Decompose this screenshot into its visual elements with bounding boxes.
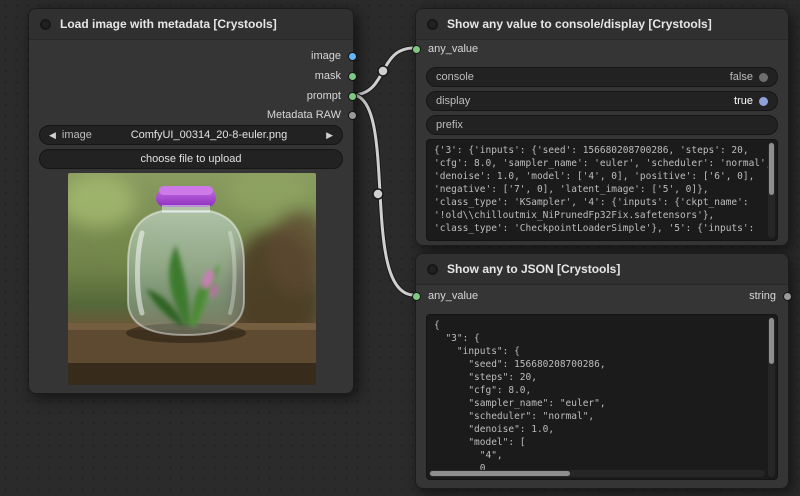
slot-label: any_value [428, 43, 478, 55]
node-show-any-json[interactable]: Show any to JSON [Crystools] any_value s… [415, 253, 789, 489]
node-header[interactable]: Load image with metadata [Crystools] [29, 9, 353, 40]
node-title: Show any to JSON [Crystools] [447, 262, 620, 276]
slot-label: image [311, 50, 341, 62]
scrollbar-thumb[interactable] [769, 318, 774, 364]
slot-dot-any-value[interactable] [412, 45, 421, 54]
wire-shadow [354, 48, 414, 95]
slot-dot-image[interactable] [348, 52, 357, 61]
json-output-textarea[interactable]: { "3": { "inputs": { "seed": 15668020870… [426, 314, 778, 480]
node-load-image-metadata[interactable]: Load image with metadata [Crystools] ima… [28, 8, 354, 394]
prefix-text-widget[interactable]: prefix [426, 115, 778, 135]
node-title: Load image with metadata [Crystools] [60, 17, 277, 31]
combo-prev-icon[interactable]: ◀ [49, 130, 56, 141]
input-slot-any-value[interactable]: any_value [416, 286, 478, 306]
slot-label: string [749, 290, 776, 302]
scrollbar-thumb[interactable] [769, 143, 774, 195]
vertical-scrollbar[interactable] [768, 142, 775, 238]
link-midpoint-dot[interactable] [373, 189, 383, 199]
console-output-textarea[interactable]: {'3': {'inputs': {'seed': 15668020870028… [426, 139, 778, 241]
widget-value: true [734, 95, 753, 107]
image-preview [68, 173, 316, 385]
widget-value: false [730, 71, 753, 83]
slot-label: prompt [307, 90, 341, 102]
output-slot-string[interactable]: string [749, 286, 788, 306]
image-combo-widget[interactable]: ◀ image ComfyUI_00314_20-8-euler.png ▶ [39, 125, 343, 145]
slot-label: mask [315, 70, 341, 82]
wire-shadow [354, 95, 414, 295]
input-slot-any-value[interactable]: any_value [416, 39, 478, 59]
output-slot-prompt[interactable]: prompt [307, 86, 353, 106]
slot-dot-mask[interactable] [348, 72, 357, 81]
widget-name: prefix [436, 119, 463, 131]
wire-prompt-to-json[interactable] [354, 95, 414, 295]
slot-dot-prompt[interactable] [348, 92, 357, 101]
combo-value: ComfyUI_00314_20-8-euler.png [98, 129, 320, 141]
widget-name: console [436, 71, 474, 83]
slot-label: Metadata RAW [267, 109, 341, 121]
console-toggle-widget[interactable]: console false [426, 67, 778, 87]
slot-dot-metadata-raw[interactable] [348, 111, 357, 120]
toggle-indicator[interactable] [759, 73, 768, 82]
output-slot-mask[interactable]: mask [315, 66, 353, 86]
collapse-dot-icon[interactable] [40, 19, 51, 30]
output-slot-image[interactable]: image [311, 46, 353, 66]
collapse-dot-icon[interactable] [427, 264, 438, 275]
node-show-any-console[interactable]: Show any value to console/display [Cryst… [415, 8, 789, 246]
combo-next-icon[interactable]: ▶ [326, 130, 333, 141]
wire-prompt-to-console[interactable] [354, 48, 414, 95]
slot-label: any_value [428, 290, 478, 302]
node-header[interactable]: Show any value to console/display [Cryst… [416, 9, 788, 40]
collapse-dot-icon[interactable] [427, 19, 438, 30]
vertical-scrollbar[interactable] [768, 317, 775, 477]
slot-dot-any-value[interactable] [412, 292, 421, 301]
node-editor-canvas[interactable]: Load image with metadata [Crystools] ima… [0, 0, 800, 496]
horizontal-scrollbar[interactable] [429, 470, 765, 477]
link-midpoint-dot[interactable] [378, 66, 388, 76]
combo-name: image [62, 129, 92, 141]
node-title: Show any value to console/display [Cryst… [447, 17, 712, 31]
toggle-indicator[interactable] [759, 97, 768, 106]
widget-name: display [436, 95, 470, 107]
display-toggle-widget[interactable]: display true [426, 91, 778, 111]
scrollbar-thumb[interactable] [430, 471, 570, 476]
choose-file-button[interactable]: choose file to upload [39, 149, 343, 169]
json-output-text: { "3": { "inputs": { "seed": 15668020870… [427, 315, 777, 479]
output-slot-metadata-raw[interactable]: Metadata RAW [267, 105, 353, 125]
node-header[interactable]: Show any to JSON [Crystools] [416, 254, 788, 285]
slot-dot-string[interactable] [783, 292, 792, 301]
console-output-text: {'3': {'inputs': {'seed': 15668020870028… [427, 140, 777, 239]
